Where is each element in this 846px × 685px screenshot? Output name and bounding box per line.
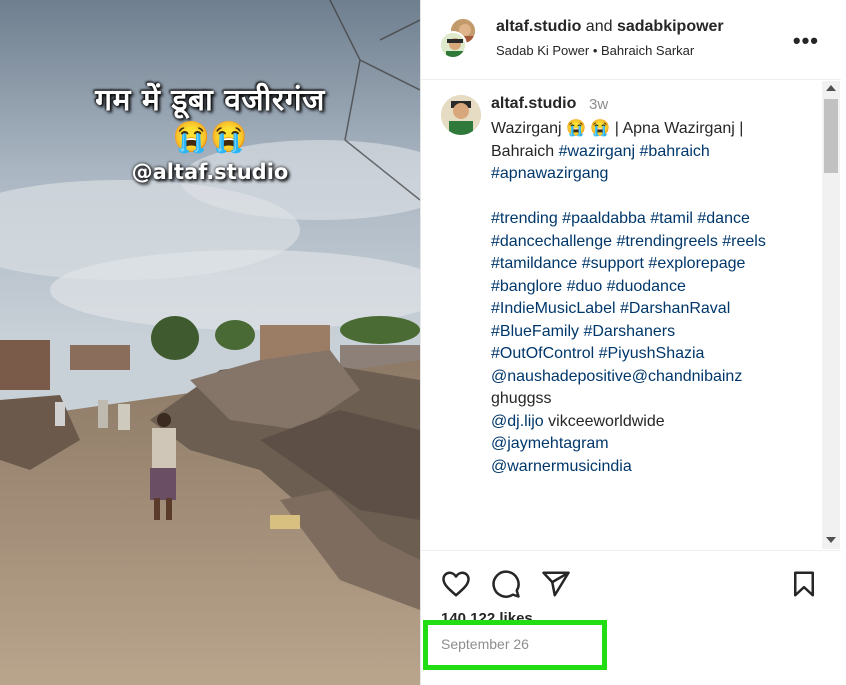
heart-icon bbox=[442, 571, 470, 597]
share-icon bbox=[542, 571, 570, 597]
post-media[interactable]: गम में डूबा वजीरगंज 😭😭 @altaf.studio bbox=[0, 0, 420, 685]
post-dialog: गम में डूबा वजीरगंज 😭😭 @altaf.studio alt… bbox=[0, 0, 846, 685]
save-button[interactable] bbox=[789, 569, 819, 599]
overlay-handle-text: @altaf.studio bbox=[131, 160, 289, 184]
caption-line: @naushadepositive@chandnibainz bbox=[491, 366, 801, 389]
hashtag-line[interactable]: #OutOfControl #PiyushShazia bbox=[491, 343, 801, 366]
post-header: altaf.studio and sadabkipower Sadab Ki P… bbox=[421, 0, 841, 80]
header-usernames: altaf.studio and sadabkipower bbox=[496, 18, 724, 36]
avatar-altaf-studio[interactable] bbox=[439, 31, 467, 59]
caption-line: Bahraich #wazirganj #bahraich bbox=[491, 141, 801, 164]
bookmark-icon bbox=[794, 571, 814, 597]
header-user2-link[interactable]: sadabkipower bbox=[617, 18, 724, 35]
mention-link[interactable]: @naushadepositive bbox=[491, 368, 632, 385]
more-options-button[interactable]: ••• bbox=[793, 28, 819, 54]
caption-time-ago[interactable]: 3w bbox=[589, 96, 608, 113]
caption-line: Wazirganj 😭 😭 | Apna Wazirganj | bbox=[491, 120, 744, 137]
mention-link[interactable]: @jaymehtagram bbox=[491, 433, 801, 456]
mention-link[interactable]: @chandnibainz bbox=[632, 368, 743, 385]
overlay-title-text: गम में डूबा वजीरगंज bbox=[95, 83, 325, 118]
scrollbar-thumb[interactable] bbox=[824, 99, 838, 173]
hashtag-line[interactable]: #tamildance #support #explorepage bbox=[491, 253, 801, 276]
hashtag-line[interactable]: #banglore #duo #duodance bbox=[491, 276, 801, 299]
collab-avatars[interactable] bbox=[439, 17, 477, 61]
hashtag-line[interactable]: #IndieMusicLabel #DarshanRaval bbox=[491, 298, 801, 321]
post-side-panel: altaf.studio and sadabkipower Sadab Ki P… bbox=[420, 0, 841, 685]
caption-line-text: Bahraich bbox=[491, 142, 559, 160]
scroll-down-arrow-icon[interactable] bbox=[826, 537, 836, 543]
mention-link[interactable]: @dj.lijo bbox=[491, 413, 544, 430]
caption-line: ghuggss bbox=[491, 390, 552, 407]
like-button[interactable] bbox=[441, 569, 471, 599]
overlay-emoji: 😭😭 bbox=[172, 121, 248, 154]
caption-username-link[interactable]: altaf.studio bbox=[491, 95, 576, 113]
hashtag-line[interactable]: #trending #paaldabba #tamil #dance bbox=[491, 208, 801, 231]
header-and: and bbox=[585, 18, 613, 35]
caption-text: Wazirganj 😭 😭 | Apna Wazirganj | Bahraic… bbox=[491, 118, 801, 478]
header-user1-link[interactable]: altaf.studio bbox=[496, 18, 581, 35]
header-audio-subtitle[interactable]: Sadab Ki Power • Bahraich Sarkar bbox=[496, 43, 694, 58]
action-bar bbox=[421, 550, 841, 610]
mention-link[interactable]: @warnermusicindia bbox=[491, 456, 801, 479]
caption-avatar[interactable] bbox=[441, 95, 481, 135]
caption-scrollbar[interactable] bbox=[822, 81, 840, 549]
hashtag-link[interactable]: #wazirganj bbox=[559, 143, 635, 160]
hashtag-line[interactable]: #BlueFamily #Darshaners bbox=[491, 321, 801, 344]
caption-area: altaf.studio 3w Wazirganj 😭 😭 | Apna Waz… bbox=[421, 81, 841, 549]
hashtag-link[interactable]: #apnawazirgang bbox=[491, 163, 801, 186]
comment-icon bbox=[492, 570, 520, 598]
hashtag-line[interactable]: #dancechallenge #trendingreels #reels bbox=[491, 231, 801, 254]
post-date[interactable]: September 26 bbox=[441, 636, 529, 652]
hashtag-link[interactable]: #bahraich bbox=[640, 143, 710, 160]
caption-line-text: vikceeworldwide bbox=[543, 412, 665, 430]
caption-line: @dj.lijo vikceeworldwide bbox=[491, 411, 801, 434]
comment-button[interactable] bbox=[491, 569, 521, 599]
scroll-up-arrow-icon[interactable] bbox=[826, 85, 836, 91]
share-button[interactable] bbox=[541, 569, 571, 599]
